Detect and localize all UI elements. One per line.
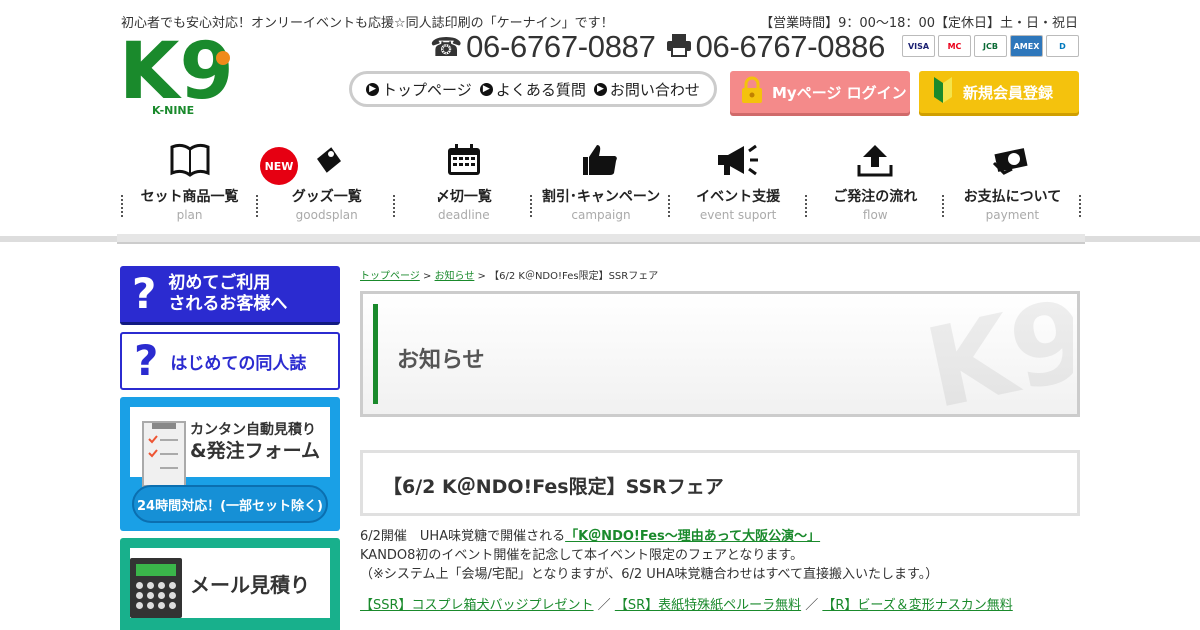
top-nav: ▶ トップページ ▶ よくある質問 ▶ お問い合わせ [349, 71, 717, 107]
arrow-right-icon: ▶ [479, 82, 493, 96]
post-title: 【6/2 K＠NDO!Fes限定】SSRフェア [383, 476, 724, 498]
calendar-icon [446, 140, 482, 180]
gnav-item-plan[interactable]: セット商品一覧 plan [121, 140, 259, 240]
visa-icon: VISA [902, 35, 935, 57]
register-button[interactable]: 新規会員登録 [919, 71, 1079, 113]
first-doujin-banner[interactable]: ? はじめての同人誌 [120, 332, 340, 390]
gnav-item-payment[interactable]: お支払について payment [944, 140, 1082, 240]
money-icon [992, 140, 1032, 180]
section-title: お知らせ [397, 348, 485, 373]
fax-icon [666, 29, 692, 65]
mastercard-icon: MC [938, 35, 971, 57]
phone-icon: ☎ [430, 31, 463, 62]
beginner-mark-icon [933, 76, 953, 108]
ssr-link[interactable]: 【SSR】コスプレ箱犬バッジプレゼント [360, 598, 594, 613]
amex-icon: AMEX [1010, 35, 1043, 57]
nav-top-page[interactable]: ▶ トップページ [366, 79, 472, 100]
k9-watermark-icon: K9 [916, 294, 1077, 414]
page: 初心者でも安心対応！オンリーイベントも応援☆同人誌印刷の「ケーナイン」です！ 【… [0, 0, 1200, 630]
upload-icon [857, 140, 893, 180]
tag-icon [307, 140, 347, 180]
mypage-login-button[interactable]: Myページ ログイン [730, 71, 910, 113]
calculator-icon [130, 558, 182, 618]
svg-text:K9: K9 [923, 294, 1073, 414]
arrow-right-icon: ▶ [593, 82, 607, 96]
post-body: 6/2開催 UHA味覚糖で開催される「K＠NDO!Fes～理由あって大阪公演～」… [360, 529, 939, 582]
thumbs-up-icon [581, 140, 621, 180]
fax-number: 06-6767-0886 [695, 29, 886, 64]
title-accent-bar [373, 304, 378, 404]
phone-block: ☎ 06-6767-0887 [430, 29, 656, 65]
post-title-box: 【6/2 K＠NDO!Fes限定】SSRフェア [360, 450, 1080, 516]
k9-logo[interactable]: K9 K-NINE [119, 27, 249, 118]
fax-block: 06-6767-0886 [666, 29, 885, 65]
question-mark-icon: ? [134, 336, 159, 385]
breadcrumb-top[interactable]: トップページ [360, 271, 420, 282]
question-mark-icon: ? [132, 269, 157, 318]
jcb-icon: JCB [974, 35, 1007, 57]
megaphone-icon [716, 140, 760, 180]
phone-numbers: ☎ 06-6767-0887 06-6767-0886 [430, 29, 885, 65]
gnav-item-campaign[interactable]: 割引･キャンペーン campaign [532, 140, 670, 240]
r-link[interactable]: 【R】ビーズ＆変形ナスカン無料 [822, 598, 1012, 613]
breadcrumb-news[interactable]: お知らせ [435, 271, 475, 282]
book-icon [170, 140, 210, 180]
gnav-item-deadline[interactable]: 〆切一覧 deadline [395, 140, 533, 240]
payment-cards: VISA MC JCB AMEX D [902, 35, 1079, 57]
mail-estimate-banner[interactable]: メール見積り [120, 538, 340, 630]
arrow-right-icon: ▶ [366, 82, 380, 96]
breadcrumb-current: 【6/2 K＠NDO!Fes限定】SSRフェア [489, 271, 659, 282]
nav-faq[interactable]: ▶ よくある質問 [479, 79, 586, 100]
phone-number: 06-6767-0887 [466, 29, 656, 64]
new-badge: NEW [260, 147, 298, 185]
sidebar: ? 初めてご利用 されるお客様へ ? はじめての同人誌 カンタン自動見積り &発… [120, 266, 340, 630]
sr-link[interactable]: 【SR】表紙特殊紙ペルーラ無料 [615, 598, 801, 613]
clipboard-icon [142, 421, 186, 487]
24h-support-label: 24時間対応！(一部セット除く) [132, 485, 328, 523]
diners-icon: D [1046, 35, 1079, 57]
lock-icon [740, 76, 764, 108]
auto-estimate-banner[interactable]: カンタン自動見積り &発注フォーム 24時間対応！(一部セット除く) [120, 397, 340, 531]
gnav-item-flow[interactable]: ご発注の流れ flow [807, 140, 944, 240]
breadcrumb: トップページ > お知らせ > 【6/2 K＠NDO!Fes限定】SSRフェア [360, 271, 659, 282]
logo-subtext: K-NINE [152, 104, 194, 117]
nav-contact[interactable]: ▶ お問い合わせ [593, 79, 700, 100]
fair-links: 【SSR】コスプレ箱犬バッジプレゼント ／ 【SR】表紙特殊紙ペルーラ無料 ／ … [360, 598, 1013, 613]
first-time-guide-banner[interactable]: ? 初めてご利用 されるお客様へ [120, 266, 340, 325]
event-link[interactable]: 「K＠NDO!Fes～理由あって大阪公演～」 [565, 529, 820, 544]
section-title-box: お知らせ K9 [360, 291, 1080, 417]
gnav-item-event[interactable]: イベント支援 event suport [670, 140, 807, 240]
